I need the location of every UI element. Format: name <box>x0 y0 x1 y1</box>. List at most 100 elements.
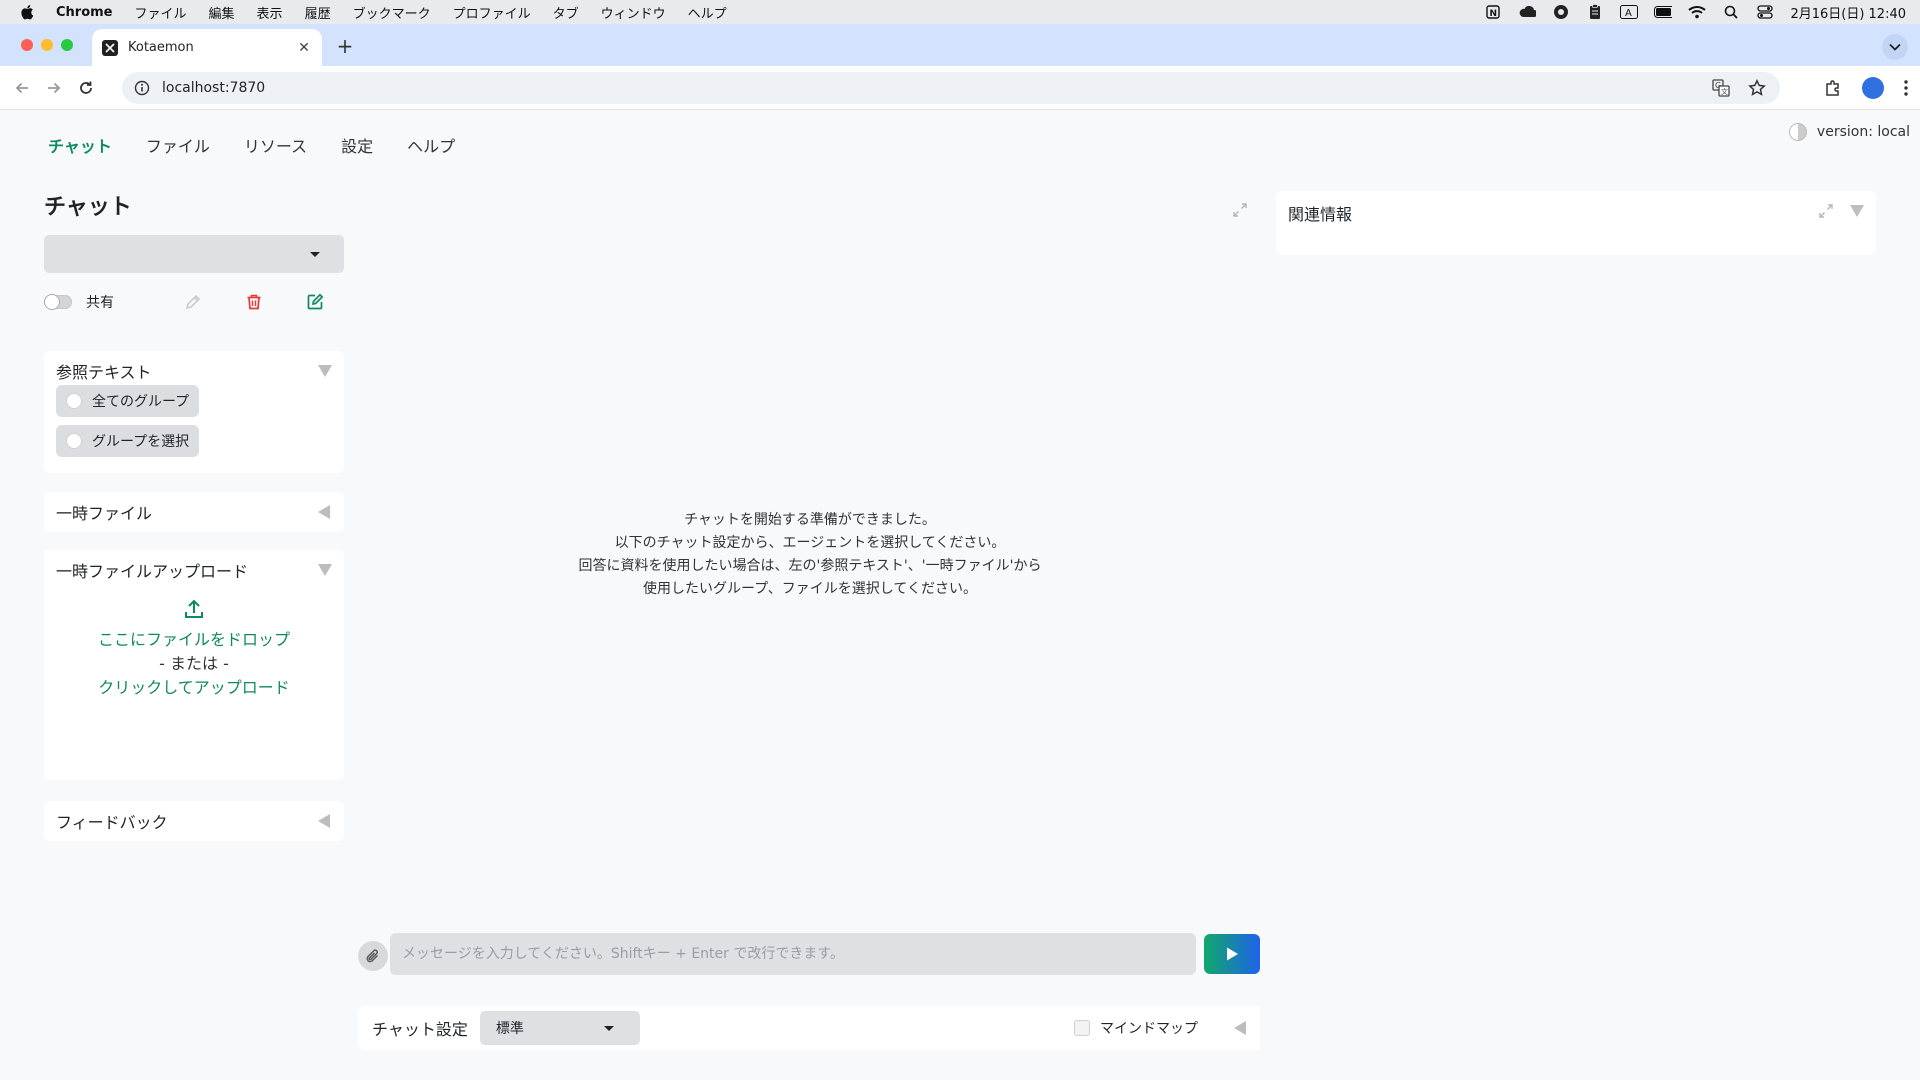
delete-trash-icon[interactable] <box>243 291 265 313</box>
menu-history[interactable]: 履歴 <box>305 3 331 22</box>
menu-bookmarks[interactable]: ブックマーク <box>353 3 431 22</box>
browser-tab-active[interactable]: Kotaemon ✕ <box>92 29 322 66</box>
version-info: version: local <box>1788 123 1910 141</box>
message-composer <box>358 933 1260 977</box>
share-toggle[interactable] <box>44 294 72 310</box>
collapse-triangle-icon[interactable] <box>318 365 332 377</box>
url-text: localhost:7870 <box>162 80 266 96</box>
expand-triangle-icon[interactable] <box>318 505 330 519</box>
tab-search-chevron-icon[interactable] <box>1882 34 1908 60</box>
feedback-panel[interactable]: フィードバック <box>44 801 344 841</box>
translate-icon[interactable]: G文 <box>1712 79 1730 97</box>
profile-avatar[interactable] <box>1862 77 1884 99</box>
reload-icon[interactable] <box>70 72 102 104</box>
nav-tab-files[interactable]: ファイル <box>146 133 210 157</box>
close-window-button[interactable] <box>21 39 33 51</box>
bookmark-star-icon[interactable] <box>1748 79 1766 97</box>
record-icon[interactable] <box>1552 5 1570 19</box>
menu-edit[interactable]: 編集 <box>209 3 235 22</box>
temp-files-title: 一時ファイル <box>56 504 153 523</box>
site-info-icon[interactable] <box>134 80 150 96</box>
extensions-puzzle-icon[interactable] <box>1824 79 1842 97</box>
expand-chat-icon[interactable] <box>1232 202 1248 218</box>
collapse-triangle-icon[interactable] <box>318 564 332 576</box>
kebab-menu-icon[interactable] <box>1904 80 1908 96</box>
cloud-icon[interactable] <box>1518 5 1537 19</box>
menubar-clock[interactable]: 2月16日(日) 12:40 <box>1790 3 1906 22</box>
mindmap-checkbox[interactable] <box>1074 1020 1090 1036</box>
feedback-header[interactable]: フィードバック <box>44 801 344 841</box>
nav-tab-settings[interactable]: 設定 <box>341 133 373 157</box>
spotlight-search-icon[interactable] <box>1722 5 1740 19</box>
send-button[interactable] <box>1204 934 1260 974</box>
nav-tab-resources[interactable]: リソース <box>244 133 307 157</box>
kotaemon-app: チャット ファイル リソース 設定 ヘルプ version: local チャッ… <box>0 111 1920 1080</box>
clipboard-icon[interactable] <box>1586 4 1604 19</box>
reference-text-header[interactable]: 参照テキスト <box>44 351 344 391</box>
expand-triangle-icon[interactable] <box>1234 1021 1246 1035</box>
browser-tabstrip: Kotaemon ✕ + <box>0 24 1920 66</box>
temp-upload-title: 一時ファイルアップロード <box>56 562 249 581</box>
new-chat-edit-icon[interactable] <box>304 291 326 313</box>
control-center-icon[interactable] <box>1756 5 1774 19</box>
chat-welcome-message: チャットを開始する準備ができました。 以下のチャット設定から、エージェントを選択… <box>360 509 1260 601</box>
collapse-triangle-icon[interactable] <box>1850 205 1864 217</box>
menu-file[interactable]: ファイル <box>135 3 187 22</box>
play-send-icon <box>1227 947 1238 961</box>
forward-arrow-icon[interactable] <box>38 72 70 104</box>
conversation-actions: 共有 <box>44 289 344 315</box>
address-bar[interactable]: localhost:7870 G文 <box>122 72 1780 104</box>
temp-upload-panel: 一時ファイルアップロード ここにファイルをドロップ - または - クリックして… <box>44 550 344 780</box>
menu-view[interactable]: 表示 <box>257 3 283 22</box>
nav-tab-help[interactable]: ヘルプ <box>407 133 455 157</box>
rename-pencil-icon[interactable] <box>182 291 204 313</box>
attach-paperclip-icon[interactable] <box>358 941 388 971</box>
radio-select-groups[interactable]: グループを選択 <box>56 425 200 457</box>
input-source-icon[interactable]: A <box>1620 5 1639 19</box>
notion-icon[interactable]: N <box>1484 5 1502 19</box>
zoom-window-button[interactable] <box>61 39 73 51</box>
wifi-icon[interactable] <box>1688 5 1707 19</box>
related-info-title: 関連情報 <box>1288 205 1353 224</box>
upload-icon <box>44 598 344 620</box>
menu-profile[interactable]: プロファイル <box>453 3 531 22</box>
temp-files-header[interactable]: 一時ファイル <box>44 492 344 532</box>
drop-text: ここにファイルをドロップ <box>97 630 290 649</box>
reasoning-mode-select[interactable]: 標準 <box>479 1011 640 1045</box>
theme-toggle-icon[interactable] <box>1788 123 1807 141</box>
main-nav: チャット ファイル リソース 設定 ヘルプ <box>48 133 455 157</box>
nav-tab-chat[interactable]: チャット <box>48 133 112 157</box>
radio-select-groups-label: グループを選択 <box>92 434 190 450</box>
reference-text-title: 参照テキスト <box>56 363 152 382</box>
welcome-line: チャットを開始する準備ができました。 <box>684 512 936 528</box>
menu-chrome[interactable]: Chrome <box>56 5 113 20</box>
battery-icon[interactable] <box>1654 5 1673 19</box>
chevron-down-icon <box>310 252 320 257</box>
tab-title: Kotaemon <box>128 40 194 55</box>
welcome-line: 以下のチャット設定から、エージェントを選択してください。 <box>614 535 1006 551</box>
temp-files-panel[interactable]: 一時ファイル <box>44 492 344 532</box>
menu-window[interactable]: ウィンドウ <box>601 3 666 22</box>
menu-help[interactable]: ヘルプ <box>688 3 727 22</box>
radio-circle-icon <box>66 393 82 409</box>
version-text: version: local <box>1816 124 1910 140</box>
expand-related-icon[interactable] <box>1818 203 1834 219</box>
tab-close-icon[interactable]: ✕ <box>296 40 312 56</box>
svg-text:N: N <box>1490 9 1498 19</box>
welcome-line: 使用したいグループ、ファイルを選択してください。 <box>643 581 977 597</box>
related-info-panel: 関連情報 <box>1276 191 1876 255</box>
page-title: チャット <box>44 195 132 220</box>
expand-triangle-icon[interactable] <box>318 814 330 828</box>
message-input[interactable] <box>390 933 1196 975</box>
new-tab-plus-icon[interactable]: + <box>333 34 357 58</box>
apple-icon[interactable] <box>20 4 36 20</box>
back-arrow-icon[interactable] <box>6 72 38 104</box>
menu-tab[interactable]: タブ <box>553 3 579 22</box>
svg-text:文: 文 <box>1721 87 1728 96</box>
conversation-select[interactable] <box>44 235 344 273</box>
file-dropzone[interactable]: ここにファイルをドロップ - または - クリックしてアップロード <box>44 590 344 700</box>
mindmap-option[interactable]: マインドマップ <box>1074 1018 1198 1038</box>
svg-text:A: A <box>1625 8 1632 19</box>
minimize-window-button[interactable] <box>41 39 53 51</box>
temp-upload-header[interactable]: 一時ファイルアップロード <box>44 550 344 590</box>
